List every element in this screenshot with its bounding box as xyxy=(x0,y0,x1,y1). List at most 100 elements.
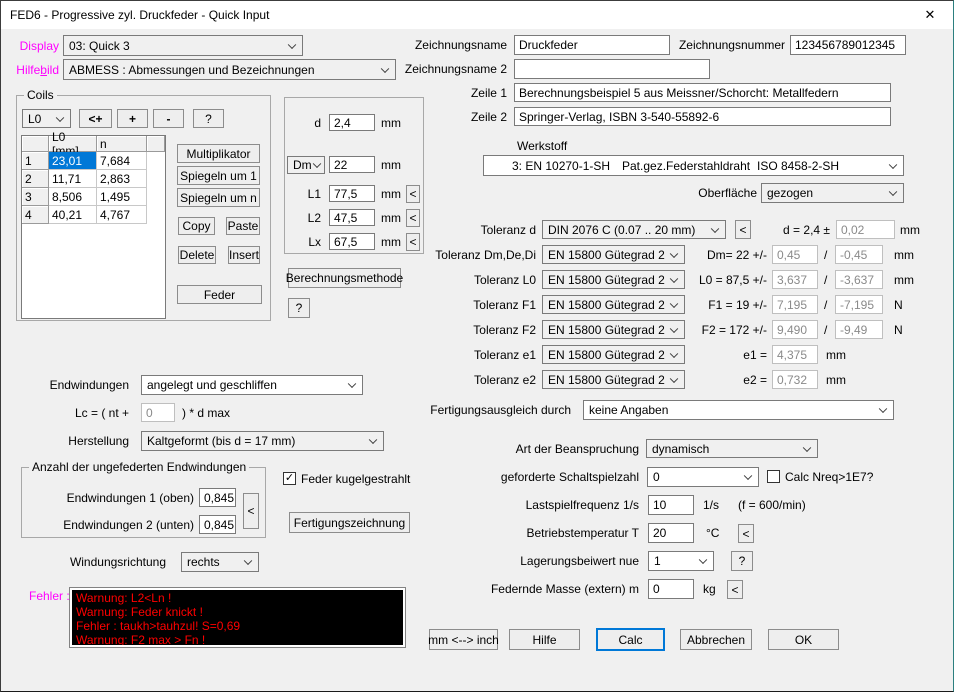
lastspielfrequenz-input[interactable]: 10 xyxy=(648,495,694,515)
lc-input[interactable]: 0 xyxy=(141,403,175,422)
row-header[interactable]: 2 xyxy=(22,170,49,188)
windungsrichtung-select[interactable]: rechts xyxy=(181,552,259,572)
toleranz-d-value[interactable]: 0,02 xyxy=(836,220,895,239)
table-row[interactable]: 1 23,01 7,684 xyxy=(22,152,165,170)
endwindungen-select[interactable]: angelegt und geschliffen xyxy=(141,375,363,395)
row-header[interactable]: 3 xyxy=(22,188,49,206)
multiplikator-button[interactable]: Multiplikator xyxy=(177,144,260,163)
coils-column-select[interactable]: L0 xyxy=(22,109,71,128)
add-row-button[interactable]: + xyxy=(117,109,148,128)
hilfe-button[interactable]: Hilfe xyxy=(509,629,580,650)
table-header-l0[interactable]: L0 [mm] xyxy=(49,136,97,152)
fertigungszeichnung-button[interactable]: Fertigungszeichnung xyxy=(289,512,410,533)
toleranz-f1-plus[interactable]: 7,195 xyxy=(772,295,818,314)
remove-row-button[interactable]: - xyxy=(153,109,184,128)
spiegeln-um-1-button[interactable]: Spiegeln um 1 xyxy=(177,166,260,185)
oberflaeche-select[interactable]: gezogen xyxy=(761,183,904,203)
endwindungen2-input[interactable]: 0,845 xyxy=(199,515,236,534)
toleranz-f1-minus[interactable]: -7,195 xyxy=(835,295,883,314)
cell-l0[interactable]: 40,21 xyxy=(49,206,97,224)
toleranz-e1-select[interactable]: EN 15800 Gütegrad 2 xyxy=(542,345,685,364)
werkstoff-select[interactable]: 3: EN 10270-1-SH Pat.gez.Federstahldraht… xyxy=(483,155,904,176)
geometry-help-button[interactable]: ? xyxy=(288,298,310,318)
betriebstemperatur-input[interactable]: 20 xyxy=(648,523,694,543)
toleranz-e2-value[interactable]: 0,732 xyxy=(772,370,818,389)
delete-button[interactable]: Delete xyxy=(178,246,216,264)
toleranz-e2-select[interactable]: EN 15800 Gütegrad 2 xyxy=(542,370,685,389)
copy-button[interactable]: Copy xyxy=(178,217,215,235)
dm-select[interactable]: Dm xyxy=(287,156,325,174)
toleranz-l0-plus[interactable]: 3,637 xyxy=(772,270,818,289)
dm-input[interactable]: 22 xyxy=(329,156,375,173)
federnde-masse-pick-button[interactable]: < xyxy=(727,580,743,599)
lagerungsbeiwert-help-button[interactable]: ? xyxy=(731,551,753,571)
display-select[interactable]: 03: Quick 3 xyxy=(63,35,303,56)
betriebstemperatur-pick-button[interactable]: < xyxy=(738,524,754,543)
l2-pick-button[interactable]: < xyxy=(406,209,420,227)
close-icon[interactable]: ✕ xyxy=(907,1,953,29)
table-row[interactable]: 4 40,21 4,767 xyxy=(22,206,165,224)
zeichnungsname-input[interactable]: Druckfeder xyxy=(514,35,670,55)
berechnungsmethode-button[interactable]: Berechnungsmethode xyxy=(288,268,401,288)
toleranz-d-select[interactable]: DIN 2076 C (0.07 .. 20 mm) xyxy=(542,220,726,239)
toleranz-f2-plus[interactable]: 9,490 xyxy=(772,320,818,339)
zeile1-input[interactable]: Berechnungsbeispiel 5 aus Meissner/Schor… xyxy=(514,83,891,102)
row-header[interactable]: 1 xyxy=(22,152,49,170)
table-header-n[interactable]: n xyxy=(97,136,147,152)
cell-l0-selected[interactable]: 23,01 xyxy=(49,152,97,170)
endwindungen-pick-button[interactable]: < xyxy=(243,493,259,529)
cell-n[interactable]: 2,863 xyxy=(97,170,147,188)
zeichnungsname2-input[interactable] xyxy=(514,59,710,79)
insert-column-button[interactable]: <+ xyxy=(79,109,112,128)
lx-pick-button[interactable]: < xyxy=(406,233,420,251)
toleranz-f1-select[interactable]: EN 15800 Gütegrad 2 xyxy=(542,295,685,314)
toleranz-dm-minus[interactable]: -0,45 xyxy=(835,245,883,264)
endwindungen1-input[interactable]: 0,845 xyxy=(199,488,236,507)
toleranz-f2-select[interactable]: EN 15800 Gütegrad 2 xyxy=(542,320,685,339)
toleranz-l0-minus[interactable]: -3,637 xyxy=(835,270,883,289)
d-input[interactable]: 2,4 xyxy=(329,114,375,131)
title-bar[interactable]: FED6 - Progressive zyl. Druckfeder - Qui… xyxy=(1,1,953,29)
coils-table[interactable]: L0 [mm] n 1 23,01 7,684 2 11,71 2,863 3 … xyxy=(21,135,166,319)
spiegeln-um-n-button[interactable]: Spiegeln um n xyxy=(177,188,260,207)
l1-input[interactable]: 77,5 xyxy=(329,185,375,202)
ok-button[interactable]: OK xyxy=(768,629,839,650)
toleranz-d-pick-button[interactable]: < xyxy=(735,220,751,239)
abbrechen-button[interactable]: Abbrechen xyxy=(680,629,752,650)
paste-button[interactable]: Paste xyxy=(226,217,260,235)
lagerungsbeiwert-select[interactable]: 1 xyxy=(648,551,714,571)
cell-n[interactable]: 4,767 xyxy=(97,206,147,224)
row-header[interactable]: 4 xyxy=(22,206,49,224)
table-row[interactable]: 2 11,71 2,863 xyxy=(22,170,165,188)
toleranz-l0-select[interactable]: EN 15800 Gütegrad 2 xyxy=(542,270,685,289)
art-beanspruchung-select[interactable]: dynamisch xyxy=(646,439,818,458)
coils-help-button[interactable]: ? xyxy=(193,109,224,128)
fertigungsausgleich-select[interactable]: keine Angaben xyxy=(583,400,894,420)
lx-input[interactable]: 67,5 xyxy=(329,233,375,250)
herstellung-select[interactable]: Kaltgeformt (bis d = 17 mm) xyxy=(141,431,384,451)
l2-input[interactable]: 47,5 xyxy=(329,209,375,226)
table-row[interactable]: 3 8,506 1,495 xyxy=(22,188,165,206)
cell-n[interactable]: 7,684 xyxy=(97,152,147,170)
schaltspielzahl-combo[interactable]: 0 xyxy=(647,467,759,487)
toleranz-dm-select[interactable]: EN 15800 Gütegrad 2 xyxy=(542,245,685,264)
kugelgestrahlt-checkbox[interactable]: ✓ xyxy=(283,472,296,485)
error-box: Warnung: L2<Ln ! Warnung: Feder knickt !… xyxy=(69,587,406,648)
l1-pick-button[interactable]: < xyxy=(406,185,420,203)
schaltspielzahl-label: geforderte Schaltspielzahl xyxy=(501,467,639,487)
cell-l0[interactable]: 8,506 xyxy=(49,188,97,206)
zeile2-input[interactable]: Springer-Verlag, ISBN 3-540-55892-6 xyxy=(514,107,891,126)
calc-nreq-checkbox[interactable] xyxy=(767,470,780,483)
mm-inch-button[interactable]: mm <--> inch xyxy=(429,629,498,650)
zeichnungsnummer-input[interactable]: 123456789012345 xyxy=(790,35,906,55)
feder-button[interactable]: Feder xyxy=(177,285,262,304)
cell-l0[interactable]: 11,71 xyxy=(49,170,97,188)
federnde-masse-input[interactable]: 0 xyxy=(648,579,694,599)
toleranz-e1-value[interactable]: 4,375 xyxy=(772,345,818,364)
toleranz-dm-plus[interactable]: 0,45 xyxy=(772,245,818,264)
toleranz-f2-minus[interactable]: -9,49 xyxy=(835,320,883,339)
hilfebild-select[interactable]: ABMESS : Abmessungen und Bezeichnungen xyxy=(63,59,396,80)
calc-button[interactable]: Calc xyxy=(596,628,665,651)
insert-button[interactable]: Insert xyxy=(228,246,260,264)
cell-n[interactable]: 1,495 xyxy=(97,188,147,206)
